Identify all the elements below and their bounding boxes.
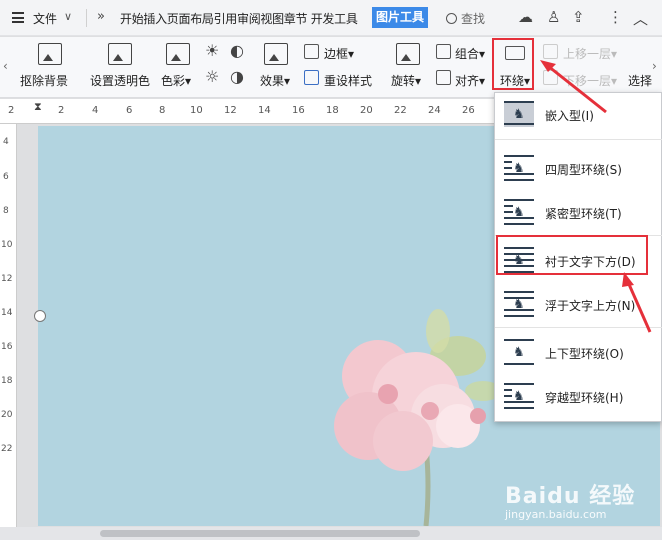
baidu-watermark: Baidu 经验 jingyan.baidu.com [505, 478, 655, 528]
arrow-to-behind-text [626, 281, 652, 333]
arrowhead [622, 272, 634, 287]
arrow-to-wrap-button [547, 64, 607, 114]
annotation-arrows [540, 60, 652, 333]
watermark-logo: Baidu 经验 [505, 484, 636, 509]
